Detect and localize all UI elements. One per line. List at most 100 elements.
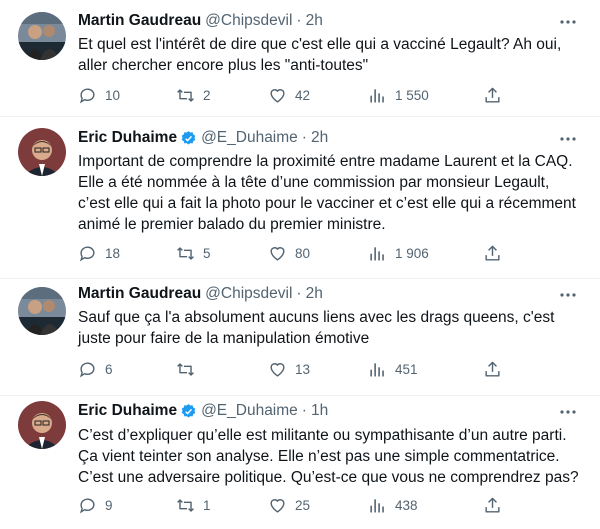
reply-count: 9 bbox=[105, 498, 113, 513]
tweet-text-line: Ça vient teinter son analyse. Elle n’est… bbox=[78, 448, 560, 465]
retweet-icon bbox=[177, 499, 194, 512]
avatar[interactable] bbox=[18, 401, 66, 449]
share-button[interactable] bbox=[483, 360, 510, 379]
like-count: 13 bbox=[295, 362, 311, 377]
author-name[interactable]: Martin Gaudreau bbox=[78, 12, 201, 30]
tweet[interactable]: Eric Duhaime @E_Duhaime · 1h C’est d’exp… bbox=[0, 396, 600, 529]
separator-dot: · bbox=[296, 285, 302, 302]
reply-count: 18 bbox=[105, 246, 121, 261]
retweet-icon bbox=[177, 247, 194, 260]
share-icon bbox=[485, 361, 500, 377]
reply-button[interactable]: 18 bbox=[78, 244, 120, 263]
retweet-button[interactable]: 1 bbox=[176, 496, 211, 515]
share-icon bbox=[485, 245, 500, 261]
view-count: 1 550 bbox=[395, 88, 429, 103]
like-button[interactable]: 42 bbox=[268, 86, 310, 105]
share-icon bbox=[485, 497, 500, 513]
views-button[interactable]: 1 906 bbox=[368, 244, 429, 263]
retweet-button[interactable]: 5 bbox=[176, 244, 211, 263]
tweet-text-line: aller chercher encore plus les "anti-tou… bbox=[78, 57, 369, 74]
view-count: 1 906 bbox=[395, 246, 429, 261]
like-count: 42 bbox=[295, 88, 311, 103]
share-icon bbox=[485, 87, 500, 103]
view-count: 438 bbox=[395, 498, 418, 513]
tweet-text-line: Elle a été nommée à la tête d’une commis… bbox=[78, 174, 550, 191]
author-name[interactable]: Eric Duhaime bbox=[78, 129, 177, 147]
author-handle[interactable]: @E_Duhaime bbox=[201, 129, 298, 147]
reply-count: 10 bbox=[105, 88, 121, 103]
avatar[interactable] bbox=[18, 287, 66, 335]
views-button[interactable]: 1 550 bbox=[368, 86, 429, 105]
more-icon[interactable] bbox=[558, 129, 578, 149]
avatar[interactable] bbox=[18, 12, 66, 60]
author-handle[interactable]: @Chipsdevil bbox=[205, 285, 292, 303]
timestamp[interactable]: 2h bbox=[306, 285, 323, 303]
retweet-icon bbox=[177, 89, 194, 102]
verified-badge-icon bbox=[180, 403, 197, 420]
action-bar: 6 13 451 bbox=[78, 360, 500, 380]
tweet-text: Et quel est l'intérêt de dire que c'est … bbox=[78, 34, 588, 76]
timestamp[interactable]: 2h bbox=[306, 12, 323, 30]
author-handle[interactable]: @E_Duhaime bbox=[201, 402, 298, 420]
heart-icon bbox=[270, 499, 285, 513]
timestamp[interactable]: 2h bbox=[311, 129, 328, 147]
share-button[interactable] bbox=[483, 86, 510, 105]
tweet[interactable]: Martin Gaudreau @Chipsdevil · 2h Et quel… bbox=[0, 0, 600, 117]
reply-button[interactable]: 9 bbox=[78, 496, 113, 515]
tweet-text-line: juste pour faire de la manipulation émot… bbox=[78, 330, 370, 347]
separator-dot: · bbox=[301, 129, 307, 146]
reply-button[interactable]: 10 bbox=[78, 86, 120, 105]
views-icon bbox=[370, 499, 384, 513]
retweet-count: 5 bbox=[203, 246, 211, 261]
separator-dot: · bbox=[296, 12, 302, 29]
author-name[interactable]: Martin Gaudreau bbox=[78, 285, 201, 303]
views-icon bbox=[370, 247, 384, 261]
tweet-text-line: Important de comprendre la proximité ent… bbox=[78, 153, 573, 170]
tweet-text-line: animé le premier balado du premier minis… bbox=[78, 216, 386, 233]
views-icon bbox=[370, 363, 384, 377]
action-bar: 18 5 80 1 906 bbox=[78, 244, 500, 264]
retweet-count: 2 bbox=[203, 88, 211, 103]
author-handle[interactable]: @Chipsdevil bbox=[205, 12, 292, 30]
share-button[interactable] bbox=[483, 244, 510, 263]
tweet[interactable]: Martin Gaudreau @Chipsdevil · 2h Sauf qu… bbox=[0, 279, 600, 396]
views-button[interactable]: 451 bbox=[368, 360, 418, 379]
tweet-text-line: Et quel est l'intérêt de dire que c'est … bbox=[78, 36, 562, 53]
timestamp[interactable]: 1h bbox=[311, 402, 328, 420]
tweet-text: Sauf que ça l'a absolument aucuns liens … bbox=[78, 307, 588, 349]
like-button[interactable]: 13 bbox=[268, 360, 310, 379]
retweet-button[interactable]: 2 bbox=[176, 86, 211, 105]
tweet[interactable]: Eric Duhaime @E_Duhaime · 2h Important d… bbox=[0, 117, 600, 279]
tweet-text-line: C’est une adversaire politique. Qu’est-c… bbox=[78, 469, 579, 486]
share-button[interactable] bbox=[483, 496, 510, 515]
tweet-text: C’est d’expliquer qu’elle est militante … bbox=[78, 425, 588, 488]
action-bar: 9 1 25 438 bbox=[78, 496, 500, 516]
like-count: 80 bbox=[295, 246, 311, 261]
reply-icon bbox=[79, 88, 95, 104]
views-button[interactable]: 438 bbox=[368, 496, 418, 515]
like-button[interactable]: 80 bbox=[268, 244, 310, 263]
more-icon[interactable] bbox=[558, 285, 578, 305]
heart-icon bbox=[270, 247, 285, 261]
verified-badge-icon bbox=[180, 130, 197, 147]
reply-button[interactable]: 6 bbox=[78, 360, 113, 379]
reply-icon bbox=[79, 498, 95, 514]
views-icon bbox=[370, 89, 384, 103]
tweet-text-line: c’est elle qui a fait la photo pour le v… bbox=[78, 195, 576, 212]
tweet-text-line: Sauf que ça l'a absolument aucuns liens … bbox=[78, 309, 555, 326]
like-count: 25 bbox=[295, 498, 311, 513]
like-button[interactable]: 25 bbox=[268, 496, 310, 515]
more-icon[interactable] bbox=[558, 402, 578, 422]
tweet-text: Important de comprendre la proximité ent… bbox=[78, 151, 588, 235]
action-bar: 10 2 42 1 550 bbox=[78, 86, 500, 106]
avatar[interactable] bbox=[18, 128, 66, 176]
author-name[interactable]: Eric Duhaime bbox=[78, 402, 177, 420]
heart-icon bbox=[270, 89, 285, 103]
reply-count: 6 bbox=[105, 362, 113, 377]
reply-icon bbox=[79, 362, 95, 378]
view-count: 451 bbox=[395, 362, 418, 377]
retweet-button[interactable] bbox=[176, 360, 203, 379]
heart-icon bbox=[270, 363, 285, 377]
separator-dot: · bbox=[301, 402, 307, 419]
more-icon[interactable] bbox=[558, 12, 578, 32]
